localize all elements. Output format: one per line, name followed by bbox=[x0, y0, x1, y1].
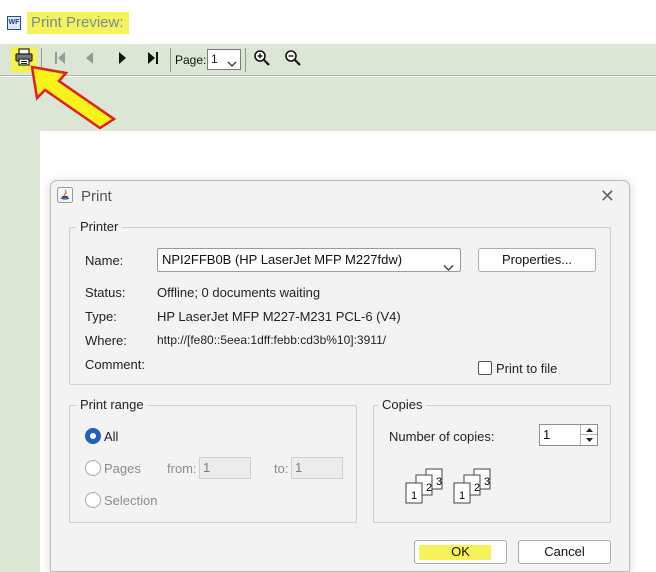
collate-page-number: 2 bbox=[426, 482, 432, 494]
chevron-down-icon bbox=[443, 257, 454, 279]
last-page-button[interactable] bbox=[142, 49, 164, 71]
print-range-legend: Print range bbox=[76, 397, 148, 412]
cancel-button[interactable]: Cancel bbox=[518, 540, 611, 564]
page-select[interactable]: 1 bbox=[207, 49, 241, 70]
status-value: Offline; 0 documents waiting bbox=[157, 285, 321, 300]
window-title: Print Preview: bbox=[31, 14, 124, 31]
print-to-file-checkbox[interactable] bbox=[478, 361, 492, 375]
number-of-copies-label: Number of copies: bbox=[389, 429, 495, 444]
pages-radio[interactable] bbox=[85, 460, 101, 476]
where-value: http://[fe80::5eea:1dff:febb:cd3b%10]:39… bbox=[157, 333, 387, 347]
copies-legend: Copies bbox=[378, 397, 427, 412]
to-input[interactable]: 1 bbox=[291, 457, 343, 479]
pages-label: Pages bbox=[104, 461, 141, 476]
selection-radio[interactable] bbox=[85, 492, 101, 508]
zoom-in-icon bbox=[253, 49, 271, 72]
toolbar-separator bbox=[245, 48, 246, 72]
collate-page-number: 1 bbox=[411, 490, 417, 502]
printer-name-select[interactable]: NPI2FFB0B (HP LaserJet MFP M227fdw) bbox=[157, 248, 461, 272]
java-icon bbox=[57, 187, 73, 203]
spinner-down-icon[interactable] bbox=[581, 435, 597, 445]
zoom-in-button[interactable] bbox=[251, 49, 273, 71]
last-page-icon bbox=[146, 50, 160, 71]
name-label: Name: bbox=[85, 253, 124, 268]
copies-value: 1 bbox=[543, 427, 551, 442]
ok-label: OK bbox=[451, 544, 470, 559]
chevron-down-icon bbox=[227, 55, 237, 74]
print-dialog: Print ✕ Printer Name: NPI2FFB0B (HP Lase… bbox=[50, 180, 630, 572]
collate-page-number: 2 bbox=[474, 482, 480, 494]
all-label: All bbox=[104, 429, 119, 444]
all-radio[interactable] bbox=[85, 428, 101, 444]
page-select-value: 1 bbox=[211, 52, 218, 66]
print-to-file-label: Print to file bbox=[496, 361, 558, 376]
page-label: Page: bbox=[175, 53, 207, 67]
where-label: Where: bbox=[85, 333, 127, 348]
zoom-out-button[interactable] bbox=[282, 49, 304, 71]
from-input[interactable]: 1 bbox=[199, 457, 251, 479]
annotation-arrow-icon bbox=[30, 65, 117, 130]
collate-icon: 3 2 1 3 2 1 bbox=[405, 468, 491, 504]
from-label: from: bbox=[167, 461, 197, 476]
dialog-title: Print bbox=[81, 188, 112, 205]
copies-spinner[interactable]: 1 bbox=[539, 424, 598, 446]
printer-name-value: NPI2FFB0B (HP LaserJet MFP M227fdw) bbox=[162, 252, 403, 267]
type-value: HP LaserJet MFP M227-M231 PCL-6 (V4) bbox=[157, 309, 401, 324]
status-label: Status: bbox=[85, 285, 126, 300]
printer-legend: Printer bbox=[76, 219, 123, 234]
zoom-out-icon bbox=[284, 49, 302, 72]
spinner-buttons bbox=[580, 425, 597, 445]
app-icon: WF bbox=[7, 16, 21, 30]
collate-page-number: 1 bbox=[459, 490, 465, 502]
close-icon[interactable]: ✕ bbox=[600, 187, 615, 205]
spinner-up-icon[interactable] bbox=[581, 425, 597, 435]
next-page-icon bbox=[117, 50, 129, 71]
toolbar-separator bbox=[170, 48, 171, 72]
collate-page-number: 3 bbox=[436, 476, 442, 488]
type-label: Type: bbox=[85, 309, 117, 324]
properties-button[interactable]: Properties... bbox=[478, 248, 596, 272]
to-label: to: bbox=[274, 461, 289, 476]
selection-label: Selection bbox=[104, 493, 158, 508]
comment-label: Comment: bbox=[85, 357, 145, 372]
ok-button[interactable]: OK bbox=[414, 540, 507, 564]
collate-page-number: 3 bbox=[484, 476, 490, 488]
